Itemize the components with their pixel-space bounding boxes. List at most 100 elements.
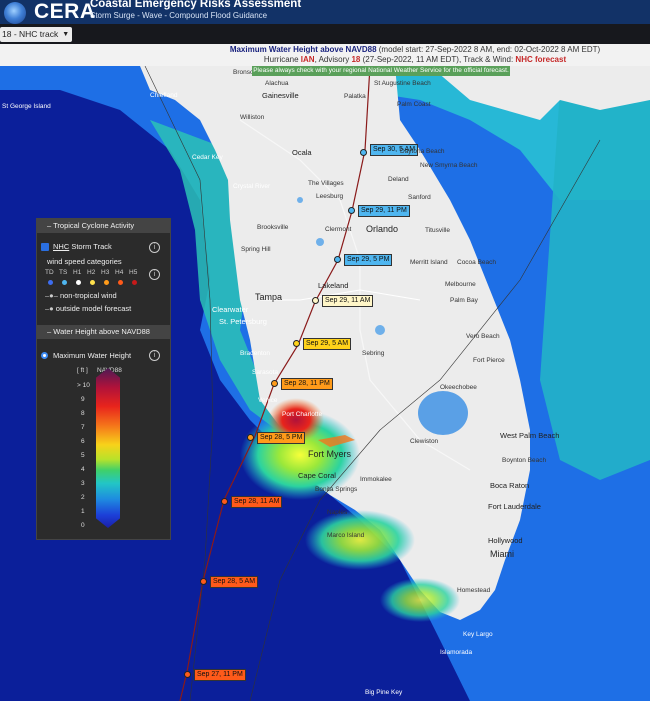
city-label: Sebring: [362, 350, 385, 357]
track-label: Sep 28, 5 AM: [210, 576, 259, 588]
city-label: Cocoa Beach: [457, 259, 497, 266]
water-height-header[interactable]: – Water Height above NAVD88: [37, 325, 170, 339]
track-label: Sep 28, 5 PM: [257, 432, 306, 444]
cat-dot: [104, 280, 109, 285]
track-select[interactable]: 18 - NHC track ▼: [0, 27, 73, 42]
city-label: Leesburg: [316, 193, 344, 200]
info-icon[interactable]: i: [149, 350, 160, 361]
toolbar: 18 - NHC track ▼: [0, 24, 650, 44]
city-label: New Smyrna Beach: [420, 162, 478, 169]
scale-tick: 3: [81, 480, 85, 487]
track-point[interactable]: [221, 498, 228, 505]
storm-track-label: NHC Storm Track: [53, 242, 112, 251]
scale-tick: 6: [81, 438, 85, 445]
city-label: Crystal River: [233, 183, 271, 190]
city-label: Bonita Springs: [315, 486, 358, 493]
city-label: St George Island: [2, 103, 51, 110]
city-label: Gainesville: [262, 91, 299, 100]
cat-dot: [90, 280, 95, 285]
storm-type: Hurricane: [263, 55, 301, 64]
water-height-color-scale: [96, 368, 120, 528]
info-line-2: Hurricane IAN, Advisory 18 (27-Sep-2022,…: [0, 55, 650, 65]
city-label: Spring Hill: [241, 246, 271, 253]
city-label: Port Charlotte: [282, 411, 323, 418]
city-label: Big Pine Key: [365, 689, 403, 696]
track-label: Sep 28, 11 PM: [281, 378, 333, 390]
city-label: Sanford: [408, 194, 431, 201]
wind-category-dots: [48, 278, 146, 287]
wind-speed-label: wind speed categories: [47, 257, 122, 266]
city-label: St. Petersburg: [219, 317, 267, 326]
scale-tick: 4: [81, 466, 85, 473]
city-label: Palm Bay: [450, 297, 478, 304]
city-label: Homestead: [457, 587, 491, 594]
city-label: Immokalee: [360, 476, 392, 483]
cat-dot: [132, 280, 137, 285]
city-label: Ocala: [292, 148, 312, 157]
track-label: Sep 29, 5 AM: [303, 338, 352, 350]
scale-tick: 1: [81, 508, 85, 515]
nontropical-label: non-tropical wind: [59, 291, 117, 300]
storm-track-text: Storm Track: [69, 242, 112, 251]
storm-track-checkbox[interactable]: [41, 243, 49, 251]
track-point[interactable]: [247, 434, 254, 441]
city-label: Chiefland: [150, 92, 178, 99]
cat-dot: [118, 280, 123, 285]
city-label: Daytona Beach: [400, 148, 445, 155]
info-icon[interactable]: i: [149, 242, 160, 253]
scale-tick: 8: [81, 410, 85, 417]
track-point[interactable]: [271, 380, 278, 387]
city-label: Boca Raton: [490, 481, 530, 490]
scale-tick: 5: [81, 452, 85, 459]
city-label: Hollywood: [488, 536, 523, 545]
cat-label: H4: [115, 269, 124, 276]
scale-tick: 0: [81, 522, 85, 529]
city-label: Key Largo: [463, 631, 493, 638]
tc-activity-header[interactable]: – Tropical Cyclone Activity: [37, 219, 170, 233]
city-label: Vero Beach: [466, 333, 500, 340]
water-height-title: Water Height above NAVD88: [53, 327, 150, 336]
track-point[interactable]: [184, 671, 191, 678]
cera-logo-icon: [4, 2, 26, 24]
advisory-label: , Advisory: [314, 55, 352, 64]
city-label: Lakeland: [318, 281, 349, 290]
city-label: Fort Myers: [308, 449, 352, 459]
track-source: NHC forecast: [515, 55, 567, 64]
nhc-link[interactable]: NHC: [53, 242, 69, 251]
city-label: The Villages: [308, 180, 344, 187]
cat-dot: [62, 280, 67, 285]
city-label: Clearwater: [212, 305, 249, 314]
nontropical-legend: –●– non-tropical wind: [45, 291, 117, 300]
wind-category-labels: TD TS H1 H2 H3 H4 H5: [45, 267, 143, 276]
brand-name: CERA: [34, 0, 96, 23]
cat-label: H5: [129, 269, 138, 276]
track-point[interactable]: [334, 256, 341, 263]
track-point[interactable]: [200, 578, 207, 585]
cat-label: H3: [101, 269, 110, 276]
track-point[interactable]: [360, 149, 367, 156]
info-icon[interactable]: i: [149, 269, 160, 280]
app-title: Coastal Emergency Risks Assessment: [90, 0, 302, 10]
track-point[interactable]: [312, 297, 319, 304]
max-water-height-radio[interactable]: [41, 352, 48, 359]
max-water-height-label: Maximum Water Height: [53, 351, 132, 360]
city-label: Islamorada: [440, 649, 473, 656]
track-label: Sep 27, 11 PM: [194, 669, 246, 681]
city-label: Marco Island: [327, 532, 365, 539]
city-label: Orlando: [366, 224, 399, 234]
cat-label: TS: [59, 269, 68, 276]
city-label: Melbourne: [445, 281, 476, 288]
scale-unit: [ ft ]: [77, 367, 88, 374]
track-point[interactable]: [293, 340, 300, 347]
scale-tick: > 10: [77, 382, 90, 389]
outside-forecast-label: outside model forecast: [55, 304, 132, 313]
city-label: Fort Lauderdale: [488, 502, 541, 511]
nws-notice: Please always check with your regional N…: [252, 66, 510, 76]
track-point[interactable]: [348, 207, 355, 214]
track-select-value: 18 - NHC track: [2, 29, 59, 39]
advisory-time: (27-Sep-2022, 11 AM EDT), Track & Wind:: [360, 55, 516, 64]
app-subtitle: Storm Surge - Wave - Compound Flood Guid…: [90, 11, 268, 20]
map-info-bar: Maximum Water Height above NAVD88 (model…: [0, 44, 650, 66]
city-label: Deland: [388, 176, 409, 183]
cat-label: H2: [87, 269, 96, 276]
